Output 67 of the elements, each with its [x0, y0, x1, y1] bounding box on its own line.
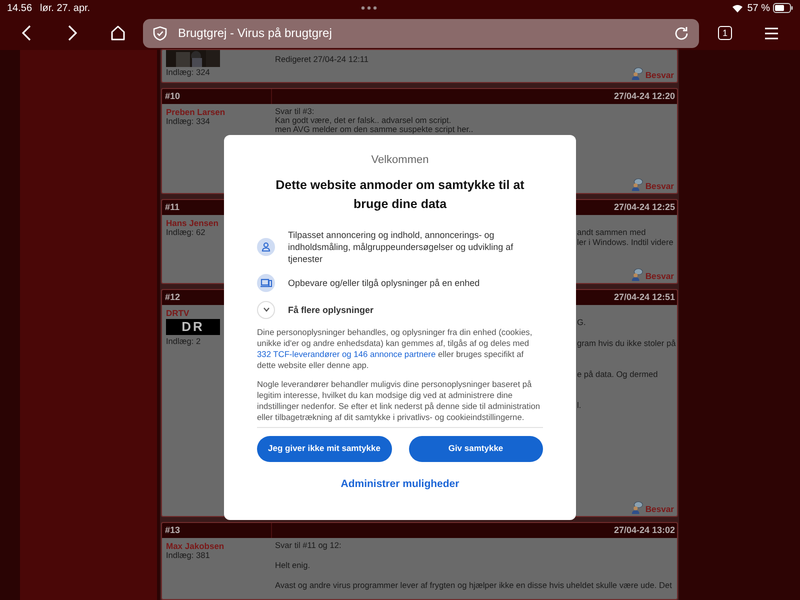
post-date: 27/04-24 12:25	[614, 200, 676, 214]
page-title: Brugtgrej - Virus på brugtgrej	[178, 25, 332, 42]
consent-paragraph: Dine personoplysninger behandles, og oplysninger fra din enhed (cookies, unikke id'er og andre enhedsdata) kan gemmes af, tilgås af og deles med 332 TCF-leverandører og 146 annonce partnere eller bruges specifikt af dette website eller denne app.	[257, 326, 534, 370]
post-text: Svar til #11 og 12:	[275, 540, 342, 550]
purpose-text: Tilpasset annoncering og indhold, annoncerings- og indholdsmåling, målgruppeundersøgelser og udvikling af tjenester	[288, 228, 514, 264]
reply-button[interactable]: Besvar	[631, 67, 674, 80]
post-text: andt sammen med	[577, 228, 646, 237]
post-count: Indlæg: 334	[166, 117, 210, 126]
post-number: #13	[162, 522, 272, 538]
person-speech-icon	[631, 67, 644, 80]
reply-button[interactable]: Besvar	[631, 268, 674, 281]
forward-icon	[68, 25, 76, 41]
author-name[interactable]: Hans Jensen	[166, 218, 218, 228]
post-count: Indlæg: 2	[166, 336, 201, 346]
author-name[interactable]: Max Jakobsen	[166, 540, 224, 551]
post-text: Helt enig.	[275, 560, 310, 570]
person-icon	[257, 238, 275, 256]
person-speech-icon	[631, 268, 644, 281]
consent-paragraph: Nogle leverandører behandler muligvis dine personoplysninger baseret på legitim interesse, hvilket du kan modsige dig ved at administrere dine indstillinger nedenfor. Se efter et link nederst på denne side til administration eller tilbagetrækning af dit samtykke i privatlivs- og cookieindstillingerne.	[257, 378, 543, 428]
status-date: lør. 27. apr.	[40, 2, 90, 16]
battery-icon	[773, 3, 793, 13]
shield-icon	[153, 26, 167, 40]
post-text: men AVG melder om den samme suspekte script her..	[275, 125, 474, 134]
reply-button[interactable]: Besvar	[631, 178, 674, 191]
expand-button[interactable]	[257, 300, 275, 318]
post-text: gram hvis du ikke stoler på	[577, 338, 676, 348]
consent-button[interactable]: Jeg giver ikke mit samtykke	[257, 436, 392, 462]
battery-percent: 57 %	[747, 2, 770, 16]
purpose-text: Opbevare og/eller tilgå oplysninger på en enhed	[288, 276, 480, 288]
post-text: Redigeret 27/04-24 12:11	[275, 55, 368, 64]
post-text: Kan godt være, det er falsk.. advarsel om script.	[275, 116, 452, 126]
author-name[interactable]: Preben Larsen	[166, 107, 226, 118]
post-date: 27/04-24 12:51	[614, 290, 676, 304]
manage-options-link[interactable]: Administrer muligheder	[340, 476, 460, 492]
post-date: 27/04-24 12:20	[614, 90, 676, 104]
menu-icon[interactable]	[764, 26, 779, 40]
purpose-text: Få flere oplysninger	[288, 304, 374, 316]
dialog-title: Dette website anmoder om samtykke til at bruge dine data	[274, 176, 526, 213]
devices-icon	[257, 274, 275, 292]
reply-button[interactable]: Besvar	[631, 500, 674, 514]
dialog-eyebrow: Velkommen	[370, 153, 430, 168]
post-text: l.	[577, 400, 582, 410]
wifi-icon	[732, 4, 744, 12]
person-speech-icon	[631, 178, 644, 191]
post-number: #10	[162, 89, 272, 104]
home-icon	[110, 25, 126, 41]
post-count: Indlæg: 62	[166, 228, 206, 237]
chevron-icon	[262, 307, 270, 312]
post-text: G.	[577, 318, 586, 327]
author-name[interactable]: DRTV	[166, 308, 190, 318]
back-icon	[22, 25, 30, 41]
partners-link[interactable]: 332 TCF-leverandører og 146 annonce partnere	[257, 348, 436, 358]
post-date: 27/04-24 13:02	[614, 524, 676, 537]
post-text: ler i Windows. Indtil videre	[577, 238, 674, 247]
status-time: 14.56	[7, 2, 32, 16]
address-bar[interactable]: Brugtgrej - Virus på brugtgrej	[143, 18, 699, 48]
post-count: Indlæg: 381	[166, 550, 210, 560]
post-text: e på data. Og dermed	[577, 370, 658, 379]
tabs-button[interactable]: 1	[718, 26, 732, 40]
post-count: Indlæg: 324	[166, 68, 210, 77]
reload-icon[interactable]	[674, 26, 689, 40]
consent-button[interactable]: Giv samtykke	[408, 436, 543, 462]
post-text: Avast og andre virus programmer lever af frygten og hjælper ikke en disse hvis uheldet skulle være ude. Det	[275, 580, 672, 590]
person-speech-icon	[631, 500, 644, 514]
channel-logo: DR	[166, 318, 220, 335]
more-dots-icon	[361, 6, 378, 10]
post-text: Svar til #3:	[275, 107, 314, 116]
